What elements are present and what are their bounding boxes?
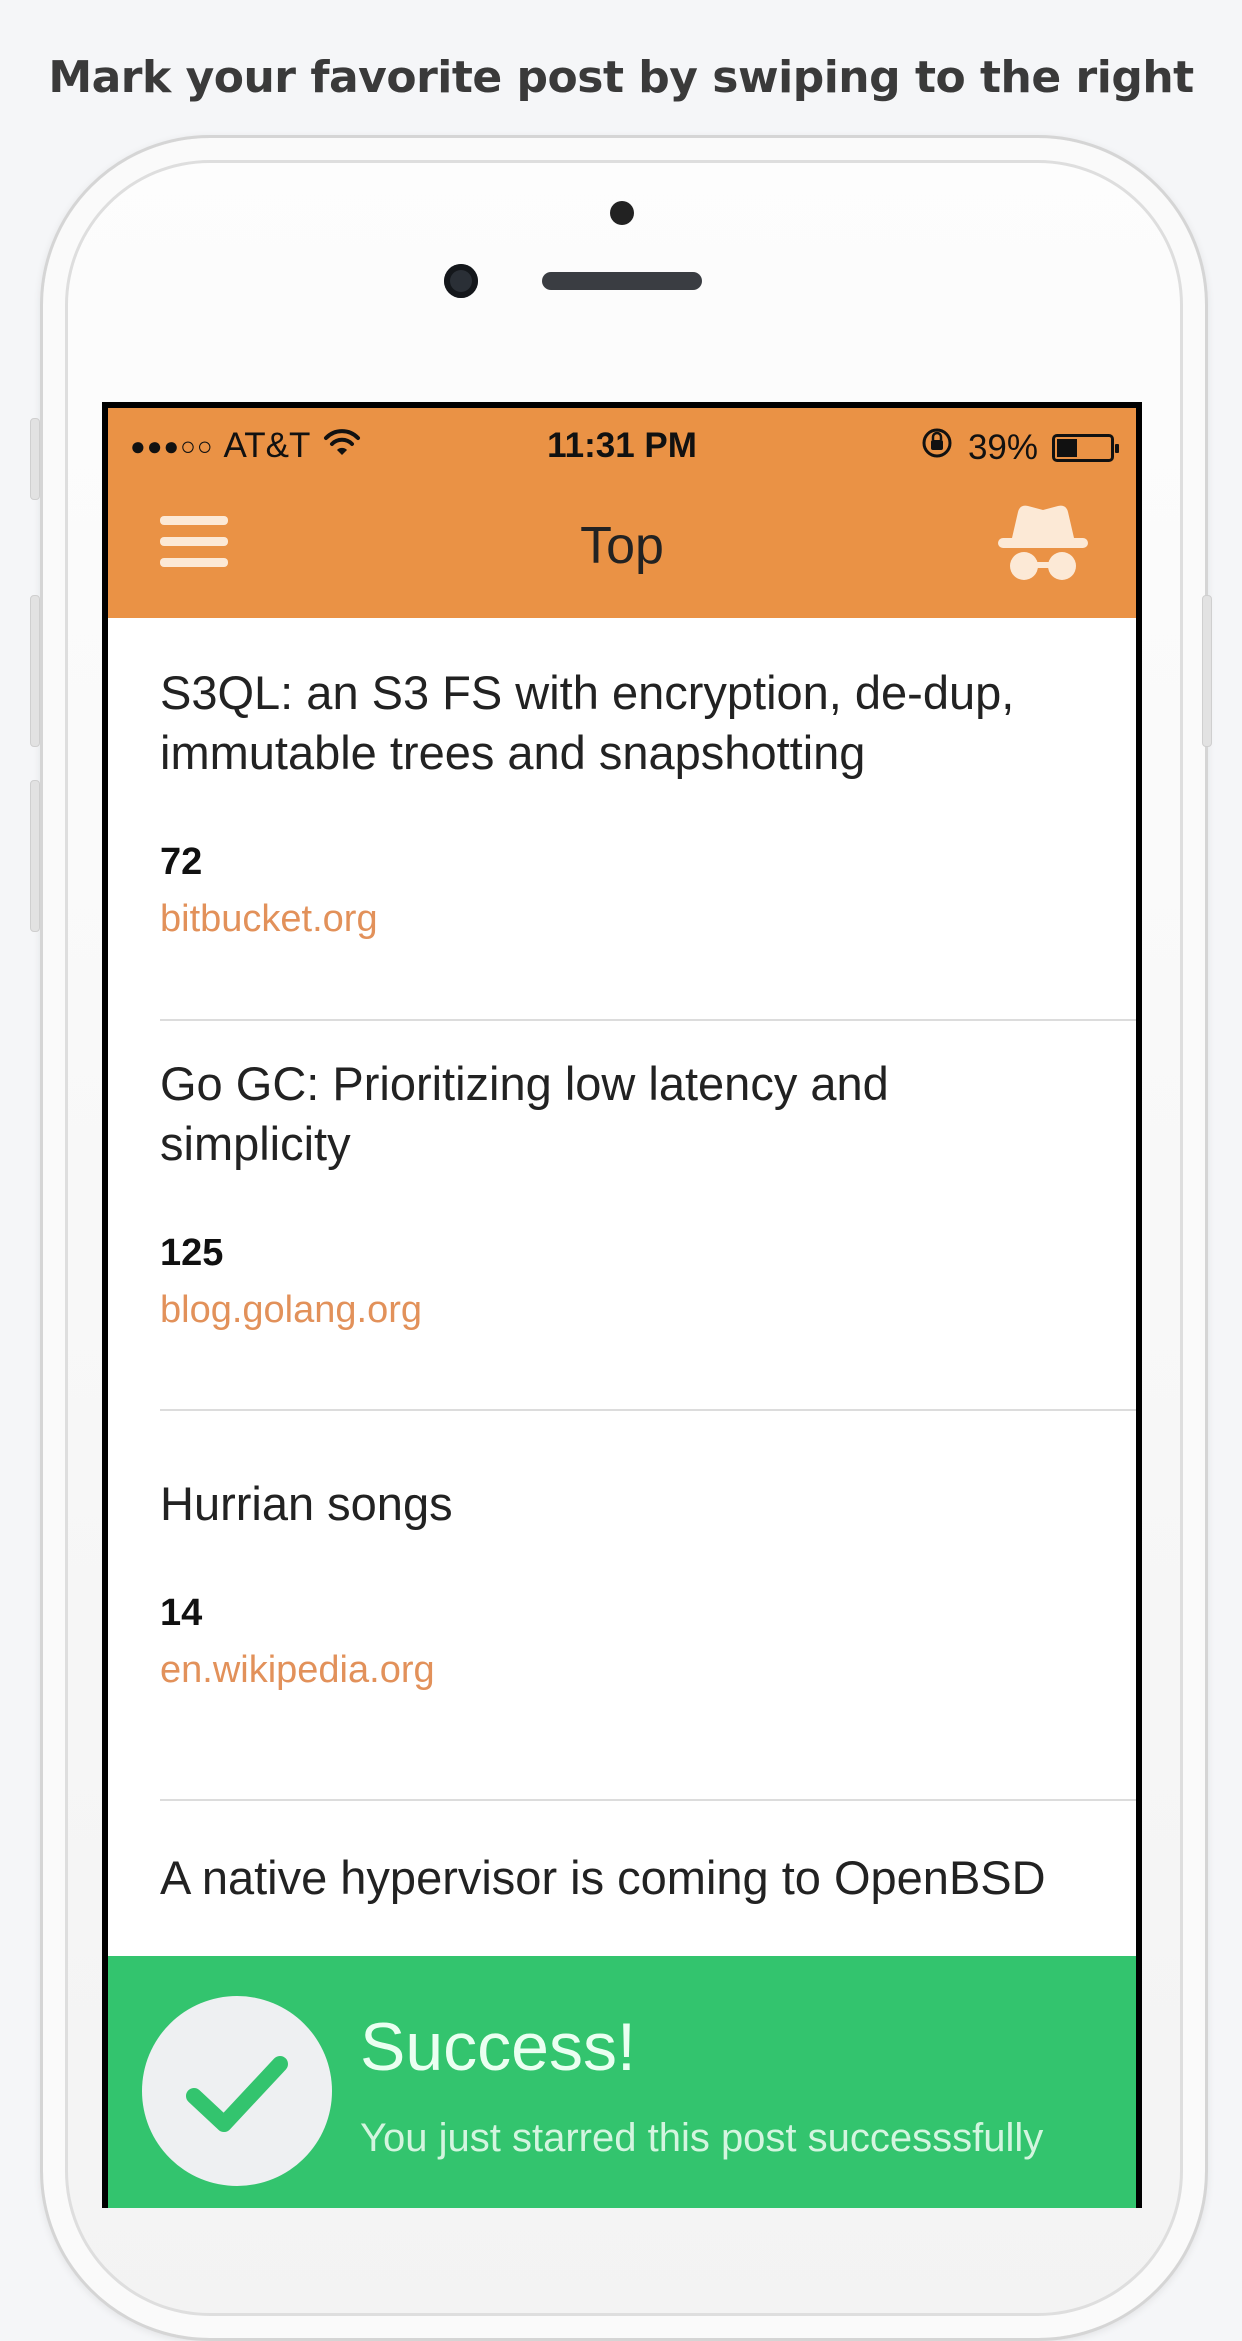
proximity-sensor (610, 201, 634, 225)
earpiece-speaker (542, 272, 702, 290)
post-title: Hurrian songs (160, 1477, 453, 1530)
success-toast[interactable]: Success! You just starred this post succ… (108, 1956, 1136, 2208)
promo-caption: Mark your favorite post by swiping to th… (48, 52, 1194, 103)
status-right: 39% (920, 426, 1119, 469)
post-score: 125 (160, 1232, 224, 1274)
post-score: 14 (160, 1592, 203, 1634)
post-title: A native hypervisor is coming to OpenBSD (160, 1851, 1046, 1904)
volume-down-button (30, 780, 40, 932)
phone-screen: ●●●○○ AT&T 11:31 PM 39% Top S3QL: an S3 … (102, 402, 1142, 2208)
battery-icon (1052, 433, 1119, 462)
incognito-icon[interactable] (994, 504, 1092, 594)
post-domain[interactable]: bitbucket.org (160, 898, 1136, 941)
navigation-bar: Top (108, 478, 1136, 618)
volume-up-button (30, 595, 40, 747)
post-score: 72 (160, 841, 203, 883)
toast-title: Success! (360, 2009, 636, 2085)
post-domain[interactable]: blog.golang.org (160, 1289, 1136, 1332)
toast-message: You just starred this post successsfully (360, 2116, 1044, 2160)
list-item[interactable]: Hurrian songs 14 en.wikipedia.org (160, 1474, 1136, 1801)
list-item[interactable]: Go GC: Prioritizing low latency and simp… (160, 1054, 1136, 1411)
post-title: S3QL: an S3 FS with encryption, de-dup, … (160, 666, 1015, 779)
front-camera (444, 264, 478, 298)
mute-switch (30, 418, 40, 500)
checkmark-icon (142, 1996, 332, 2186)
post-domain[interactable]: en.wikipedia.org (160, 1649, 1136, 1692)
battery-percent: 39% (967, 427, 1038, 467)
power-button (1202, 595, 1212, 747)
app-screen: ●●●○○ AT&T 11:31 PM 39% Top S3QL: an S3 … (108, 408, 1136, 2208)
list-item[interactable]: S3QL: an S3 FS with encryption, de-dup, … (160, 663, 1136, 1021)
post-title: Go GC: Prioritizing low latency and simp… (160, 1057, 889, 1170)
status-bar: ●●●○○ AT&T 11:31 PM 39% (108, 408, 1136, 478)
rotation-lock-icon (920, 426, 954, 469)
nav-title: Top (580, 517, 664, 575)
